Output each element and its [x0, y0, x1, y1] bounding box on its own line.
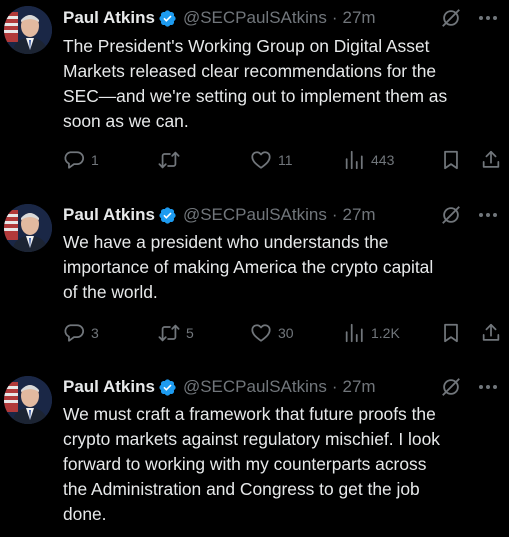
retweet-icon [158, 151, 180, 169]
grok-icon[interactable] [440, 376, 462, 398]
share-button[interactable] [480, 148, 502, 172]
reply-icon [64, 151, 85, 169]
like-count: 30 [278, 325, 294, 341]
verified-badge-icon [159, 206, 176, 224]
grok-icon[interactable] [440, 204, 462, 226]
bookmark-button[interactable] [440, 321, 462, 345]
retweet-button[interactable] [158, 148, 186, 172]
more-icon[interactable] [476, 6, 500, 30]
heart-icon [251, 151, 271, 169]
tweet-text-line: the Administration and Congress to get t… [63, 479, 420, 499]
author-handle[interactable]: @SECPaulSAtkins [183, 205, 327, 225]
share-icon [482, 323, 500, 341]
views-button[interactable]: 443 [343, 148, 394, 172]
grok-icon[interactable] [440, 7, 462, 29]
separator-dot: · [331, 377, 338, 396]
author-handle[interactable]: @SECPaulSAtkins [183, 8, 327, 28]
avatar[interactable] [4, 376, 52, 424]
tweet-text-line: The President's Working Group on Digital… [63, 36, 430, 56]
verified-badge-icon [159, 9, 176, 27]
separator-dot: · [331, 205, 338, 224]
tweet-time[interactable]: 27m [343, 205, 376, 225]
tweet-text-line: Markets released clear recommendations f… [63, 61, 437, 81]
tweet-header: Paul Atkins @SECPaulSAtkins · 27m [63, 6, 376, 30]
tweet-header: Paul Atkins @SECPaulSAtkins · 27m [63, 375, 376, 399]
retweet-count: 5 [186, 325, 194, 341]
tweet-text: We have a president who understands the … [63, 230, 503, 305]
tweet-text-line: soon as we can. [63, 111, 189, 131]
reply-count: 3 [91, 325, 99, 341]
tweet-text-line: We have a president who understands the [63, 232, 389, 252]
author-handle[interactable]: @SECPaulSAtkins [183, 377, 327, 397]
bookmark-icon [444, 323, 458, 343]
author-name[interactable]: Paul Atkins [63, 377, 155, 397]
heart-icon [251, 324, 271, 342]
author-name[interactable]: Paul Atkins [63, 8, 155, 28]
reply-button[interactable]: 3 [63, 321, 99, 345]
more-icon[interactable] [476, 203, 500, 227]
tweet-time[interactable]: 27m [343, 377, 376, 397]
retweet-button[interactable]: 5 [158, 321, 194, 345]
tweet-header: Paul Atkins @SECPaulSAtkins · 27m [63, 203, 376, 227]
tweet-text-line: We must craft a framework that future pr… [63, 404, 436, 424]
reply-button[interactable]: 1 [63, 148, 99, 172]
reply-count: 1 [91, 152, 99, 168]
view-count: 443 [371, 152, 395, 168]
tweet-text-line: importance of making America the crypto … [63, 257, 434, 277]
bookmark-icon [444, 150, 458, 170]
tweet-text-line: crypto markets against regulatory mischi… [63, 429, 440, 449]
tweet-text: We must craft a framework that future pr… [63, 402, 503, 527]
retweet-icon [158, 324, 180, 342]
views-icon [345, 323, 363, 343]
tweet-text-line: SEC—and we're setting out to implement t… [63, 86, 448, 106]
tweet-text-line: forward to working with my counterparts … [63, 454, 427, 474]
tweet-time[interactable]: 27m [343, 8, 376, 28]
more-icon[interactable] [476, 375, 500, 399]
like-button[interactable]: 11 [250, 148, 293, 172]
views-button[interactable]: 1.2K [343, 321, 400, 345]
tweet-text: The President's Working Group on Digital… [63, 34, 503, 134]
separator-dot: · [331, 8, 338, 27]
author-name[interactable]: Paul Atkins [63, 205, 155, 225]
verified-badge-icon [159, 378, 176, 396]
view-count: 1.2K [371, 325, 400, 341]
tweet-actions: 1 11 443 [60, 148, 505, 172]
tweet-text-line: of the world. [63, 282, 158, 302]
share-icon [482, 150, 500, 168]
bookmark-button[interactable] [440, 148, 462, 172]
like-button[interactable]: 30 [250, 321, 294, 345]
tweet-actions: 3 5 30 1.2K [60, 321, 505, 345]
tweet-text-line: done. [63, 504, 107, 524]
avatar[interactable] [4, 6, 52, 54]
views-icon [345, 150, 363, 170]
avatar[interactable] [4, 204, 52, 252]
reply-icon [64, 324, 85, 342]
like-count: 11 [278, 152, 293, 168]
share-button[interactable] [480, 321, 502, 345]
